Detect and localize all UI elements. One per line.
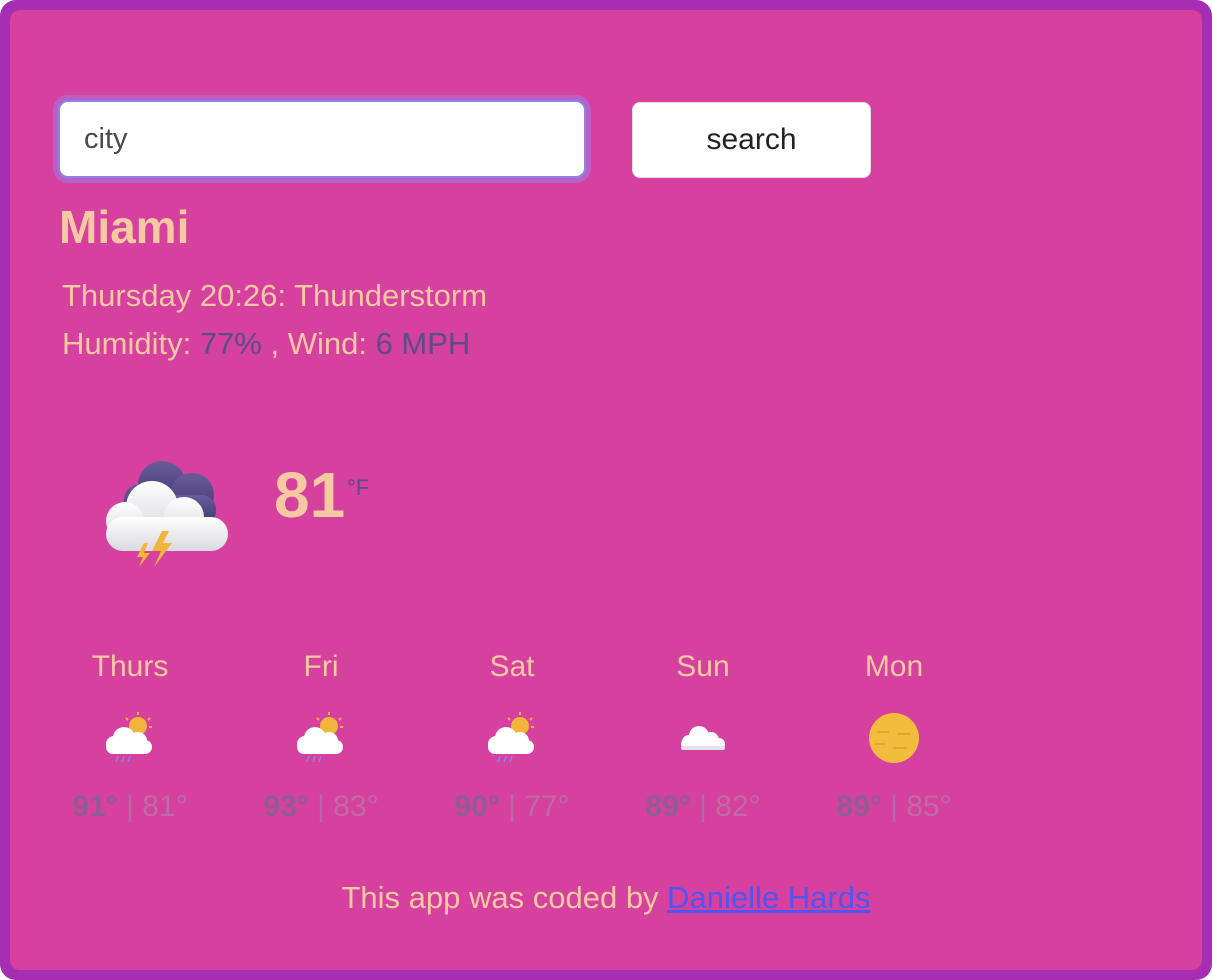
current-temperature: 81 — [274, 459, 346, 531]
partly-cloudy-rain-icon — [297, 712, 343, 763]
city-name: Miami — [59, 201, 190, 253]
partly-cloudy-rain-icon — [106, 712, 152, 763]
forecast-day: Fri 93° | 83° — [231, 650, 411, 824]
search-button[interactable]: search — [632, 102, 871, 178]
forecast-temps: 89° | 85° — [804, 790, 984, 824]
forecast-day: Mon 89° | 85° — [804, 650, 984, 824]
humidity-value: 77% — [199, 326, 262, 361]
forecast-temps: 93° | 83° — [231, 790, 411, 824]
forecast-day-name: Sun — [676, 650, 730, 683]
forecast-day-name: Fri — [303, 650, 339, 683]
forecast-temps: 91° | 81° — [40, 790, 220, 824]
author-link[interactable]: Danielle Hards — [667, 880, 870, 915]
forecast-temps: 89° | 82° — [613, 790, 793, 824]
forecast-day-name: Sat — [489, 650, 535, 683]
weather-condition: Thunderstorm — [294, 278, 488, 313]
forecast-separator: | — [308, 790, 334, 823]
weather-card: search Miami Thursday 20:26: Thunderstor… — [10, 10, 1202, 970]
forecast-day: Sat 90° | 77° — [422, 650, 602, 824]
forecast-min: 85° — [906, 790, 952, 823]
footer-text: This app was coded by — [341, 880, 668, 915]
wind-value: 6 MPH — [375, 326, 471, 361]
forecast-min: 81° — [142, 790, 188, 823]
cloud-icon — [681, 726, 725, 750]
forecast-separator: | — [117, 790, 143, 823]
forecast-separator: | — [499, 790, 525, 823]
forecast-temps: 90° | 77° — [422, 790, 602, 824]
forecast-separator: | — [690, 790, 716, 823]
footer-credit: This app was coded by Danielle Hards — [10, 880, 1202, 916]
forecast-max: 93° — [263, 790, 309, 823]
forecast-min: 83° — [333, 790, 379, 823]
partly-cloudy-rain-icon — [488, 712, 534, 763]
forecast-max: 90° — [454, 790, 500, 823]
forecast-max: 89° — [645, 790, 691, 823]
day-time: Thursday 20:26: — [62, 278, 295, 313]
forecast-min: 77° — [524, 790, 570, 823]
forecast-max: 89° — [836, 790, 882, 823]
forecast-min: 82° — [715, 790, 761, 823]
wind-label: , Wind: — [261, 326, 376, 361]
humidity-wind-line: Humidity: 77% , Wind: 6 MPH — [62, 326, 470, 362]
hazy-sun-icon — [869, 713, 919, 763]
humidity-label: Humidity: — [62, 326, 200, 361]
forecast-day-name: Mon — [864, 650, 924, 683]
date-condition-line: Thursday 20:26: Thunderstorm — [62, 278, 487, 314]
forecast-day-name: Thurs — [91, 650, 169, 683]
forecast-separator: | — [881, 790, 907, 823]
temperature-unit[interactable]: °F — [347, 475, 369, 501]
thunderstorm-icon — [106, 461, 228, 567]
forecast-max: 91° — [72, 790, 118, 823]
forecast-day: Sun 89° | 82° — [613, 650, 793, 824]
forecast-day: Thurs 91° | 81° — [40, 650, 220, 824]
city-search-input[interactable] — [58, 100, 586, 178]
app-frame: search Miami Thursday 20:26: Thunderstor… — [0, 0, 1212, 980]
